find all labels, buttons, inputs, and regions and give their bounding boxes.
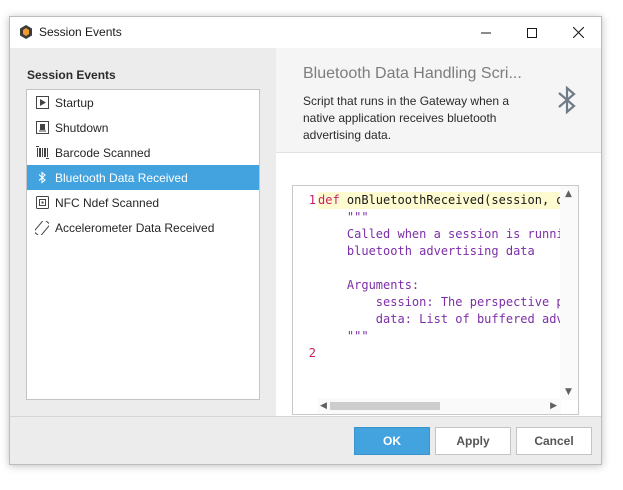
cancel-button[interactable]: Cancel xyxy=(516,427,592,455)
script-description: Script that runs in the Gateway when a n… xyxy=(303,94,510,142)
code-line: def onBluetoothReceived(session, da xyxy=(318,192,561,209)
accelerometer-icon xyxy=(35,220,49,235)
minimize-icon xyxy=(481,32,491,33)
bluetooth-icon xyxy=(556,85,578,115)
code-line: bluetooth advertising data xyxy=(318,244,535,258)
scroll-right-icon[interactable]: ▶ xyxy=(550,401,557,411)
event-item-bluetooth-data-received[interactable]: Bluetooth Data Received xyxy=(27,165,259,190)
maximize-icon xyxy=(527,27,537,38)
maximize-button[interactable] xyxy=(509,17,555,48)
code-line: """ xyxy=(318,210,369,224)
event-item-label: NFC Ndef Scanned xyxy=(55,195,160,210)
line-number: 1 xyxy=(308,193,316,207)
minimize-button[interactable] xyxy=(463,17,509,48)
close-icon xyxy=(572,27,584,38)
events-panel: Session Events Startup Shutdown Barcode … xyxy=(10,48,276,416)
code-line: session: The perspective pr xyxy=(318,295,561,309)
line-number: 2 xyxy=(308,346,316,360)
script-editor[interactable]: 1 2 def onBluetoothReceived(session, da … xyxy=(292,185,579,415)
nfc-icon xyxy=(35,196,49,210)
code-line: """ xyxy=(318,329,369,343)
scroll-left-icon[interactable]: ◀ xyxy=(320,401,327,411)
ignition-logo-icon xyxy=(19,25,33,39)
event-list[interactable]: Startup Shutdown Barcode Scanned Bluetoo… xyxy=(26,89,260,400)
code-line: data: List of buffered adve xyxy=(318,312,561,326)
code-area[interactable]: def onBluetoothReceived(session, da """ … xyxy=(318,186,561,400)
event-item-shutdown[interactable]: Shutdown xyxy=(27,115,259,140)
startup-icon xyxy=(35,96,49,110)
script-header: Bluetooth Data Handling Scri... Script t… xyxy=(276,48,601,153)
code-line: Arguments: xyxy=(318,278,420,292)
event-item-startup[interactable]: Startup xyxy=(27,90,259,115)
dialog-footer: OK Apply Cancel xyxy=(10,416,601,464)
event-item-label: Bluetooth Data Received xyxy=(55,170,188,185)
apply-button[interactable]: Apply xyxy=(435,427,511,455)
code-text: onBluetoothReceived(session, da xyxy=(339,193,561,207)
ok-button[interactable]: OK xyxy=(354,427,430,455)
scroll-up-icon[interactable]: ▲ xyxy=(565,189,572,199)
event-item-label: Accelerometer Data Received xyxy=(55,220,215,235)
vertical-scrollbar[interactable]: ▲ ▼ xyxy=(560,186,578,400)
line-number-gutter: 1 2 xyxy=(293,186,318,400)
event-item-label: Barcode Scanned xyxy=(55,145,151,160)
shutdown-icon xyxy=(35,121,49,135)
horizontal-scrollbar[interactable]: ◀ ▶ xyxy=(318,398,561,414)
event-item-barcode-scanned[interactable]: Barcode Scanned xyxy=(27,140,259,165)
session-events-dialog: Session Events Session Events Startup Sh… xyxy=(9,16,602,465)
window-title: Session Events xyxy=(39,25,122,39)
code-line: Called when a session is runnin xyxy=(318,227,561,241)
event-item-label: Shutdown xyxy=(55,120,109,135)
event-item-nfc-ndef-scanned[interactable]: NFC Ndef Scanned xyxy=(27,190,259,215)
title-bar[interactable]: Session Events xyxy=(10,17,601,48)
event-item-accelerometer-data-received[interactable]: Accelerometer Data Received xyxy=(27,215,259,240)
horizontal-scroll-thumb[interactable] xyxy=(330,402,440,410)
event-item-label: Startup xyxy=(55,95,94,110)
bluetooth-icon xyxy=(35,171,49,185)
code-keyword: def xyxy=(318,193,340,207)
barcode-icon xyxy=(35,146,49,160)
script-detail-panel: Bluetooth Data Handling Scri... Script t… xyxy=(276,48,601,416)
events-panel-title: Session Events xyxy=(27,68,116,82)
close-button[interactable] xyxy=(555,17,601,48)
scroll-down-icon[interactable]: ▼ xyxy=(565,387,572,397)
script-title: Bluetooth Data Handling Scri... xyxy=(303,65,522,82)
